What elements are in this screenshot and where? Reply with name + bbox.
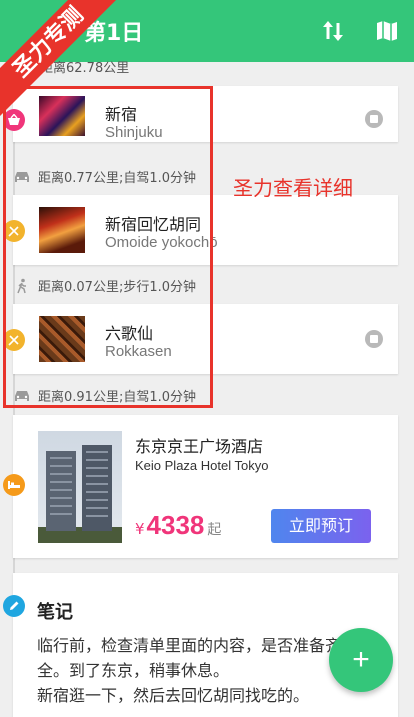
place-card-omoide[interactable]: 新宿回忆胡同 Omoide yokochō bbox=[13, 195, 398, 265]
note-line: 新宿逛一下，然后去回忆胡同找吃的。 bbox=[37, 686, 310, 705]
fork-knife-icon bbox=[3, 220, 25, 242]
bookmark-marker-icon[interactable] bbox=[365, 110, 383, 128]
place-thumbnail bbox=[39, 316, 85, 362]
place-name: 新宿回忆胡同 bbox=[105, 215, 202, 234]
bookmark-marker-icon[interactable] bbox=[365, 330, 383, 348]
distance-row-3: 距离0.91公里;自驾1.0分钟 bbox=[14, 386, 196, 405]
car-icon bbox=[15, 171, 29, 182]
place-name: 六歌仙 bbox=[105, 324, 154, 343]
hotel-subtitle: Keio Plaza Hotel Tokyo bbox=[135, 458, 269, 473]
hotel-photo bbox=[38, 431, 122, 543]
ribbon-label: 圣力专测 bbox=[0, 0, 120, 120]
place-thumbnail bbox=[39, 207, 85, 253]
price-currency: ¥ bbox=[135, 520, 145, 538]
price-value: 4338 bbox=[146, 510, 205, 540]
distance-row-1: 距离0.77公里;自驾1.0分钟 bbox=[14, 167, 196, 186]
distance-row-2: 距离0.07公里;步行1.0分钟 bbox=[14, 276, 196, 295]
pencil-icon bbox=[3, 595, 25, 617]
note-line: 临行前，检查清单里面的内容，是否准备齐 bbox=[37, 636, 342, 655]
distance-text: 距离0.07公里;步行1.0分钟 bbox=[38, 280, 196, 295]
note-title: 笔记 bbox=[37, 602, 73, 623]
add-fab-button[interactable]: + bbox=[329, 628, 393, 692]
book-now-button[interactable]: 立即预订 bbox=[271, 509, 371, 543]
fork-knife-icon bbox=[3, 329, 25, 351]
place-subtitle: Shinjuku bbox=[105, 124, 163, 141]
note-body: 临行前，检查清单里面的内容，是否准备齐 全。到了东京，稍事休息。 新宿逛一下，然… bbox=[37, 633, 367, 708]
place-card-rokkasen[interactable]: 六歌仙 Rokkasen bbox=[13, 304, 398, 374]
price-unit: 起 bbox=[207, 522, 222, 538]
corner-ribbon: 圣力专测 bbox=[0, 0, 120, 120]
bed-icon bbox=[3, 474, 25, 496]
place-subtitle: Rokkasen bbox=[105, 343, 172, 360]
car-icon bbox=[15, 390, 29, 401]
hotel-card[interactable]: 东京京王广场酒店 Keio Plaza Hotel Tokyo ¥ 4338 起… bbox=[13, 415, 398, 558]
distance-text: 距离0.77公里;自驾1.0分钟 bbox=[38, 171, 196, 186]
map-icon[interactable] bbox=[370, 14, 404, 48]
hotel-price: ¥ 4338 起 bbox=[135, 510, 221, 541]
annotation-label: 圣力查看详细 bbox=[233, 176, 353, 200]
distance-text: 距离0.91公里;自驾1.0分钟 bbox=[38, 390, 196, 405]
hotel-name: 东京京王广场酒店 bbox=[135, 437, 264, 456]
sort-arrows-icon[interactable] bbox=[316, 14, 350, 48]
note-line: 全。到了东京，稍事休息。 bbox=[37, 661, 230, 680]
place-subtitle: Omoide yokochō bbox=[105, 234, 218, 251]
walk-icon bbox=[17, 278, 26, 293]
